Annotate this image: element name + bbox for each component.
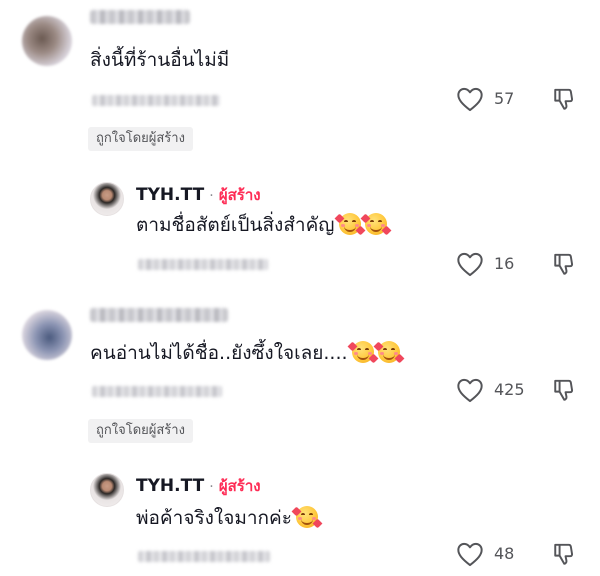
- like-count: 57: [494, 89, 515, 108]
- liked-by-creator-badge: ถูกใจโดยผู้สร้าง: [88, 419, 193, 443]
- like-count: 425: [494, 380, 525, 399]
- thumbs-down-icon: [554, 88, 574, 110]
- comment-meta-blurred: [92, 386, 222, 397]
- dislike-button[interactable]: [552, 377, 578, 403]
- separator-dot: ·: [209, 479, 214, 495]
- thumbs-down-icon: [554, 379, 574, 401]
- reply-text: พ่อค้าจริงใจมากค่ะ: [136, 507, 292, 529]
- liked-by-creator-badge: ถูกใจโดยผู้สร้าง: [88, 127, 193, 151]
- username-blurred[interactable]: [90, 10, 190, 24]
- like-button[interactable]: [456, 251, 484, 277]
- reply-meta-blurred: [138, 259, 268, 270]
- avatar[interactable]: [22, 310, 72, 360]
- reply-text: ตามชื่อสัตย์เป็นสิ่งสำคัญ: [136, 214, 335, 236]
- comment-text: สิ่งนี้ที่ร้านอื่นไม่มี: [90, 49, 230, 71]
- smiling-face-with-hearts-icon: [295, 506, 318, 528]
- like-button[interactable]: [456, 541, 484, 567]
- thumbs-down-icon: [554, 253, 574, 275]
- comment-meta-blurred: [92, 95, 220, 106]
- comment-text: คนอ่านไม่ได้ชื่อ..ยังซึ้งใจเลย....: [90, 342, 348, 364]
- reply-username[interactable]: TYH.TT: [136, 476, 204, 496]
- separator-dot: ·: [209, 188, 214, 204]
- heart-icon: [457, 87, 483, 112]
- smiling-face-with-hearts-icon: [338, 213, 361, 235]
- heart-icon: [457, 542, 483, 567]
- thumbs-down-icon: [554, 543, 574, 565]
- creator-avatar[interactable]: [90, 182, 124, 216]
- like-button[interactable]: [456, 377, 484, 403]
- smiling-face-with-hearts-icon: [377, 341, 400, 363]
- reply-content: ตามชื่อสัตย์เป็นสิ่งสำคัญ: [136, 213, 387, 237]
- like-count: 16: [494, 254, 515, 273]
- reply-header: TYH.TT · ผู้สร้าง: [136, 183, 261, 207]
- username-blurred[interactable]: [90, 308, 228, 322]
- creator-badge: ผู้สร้าง: [218, 186, 261, 204]
- dislike-button[interactable]: [552, 541, 578, 567]
- comment-content: คนอ่านไม่ได้ชื่อ..ยังซึ้งใจเลย....: [90, 341, 400, 365]
- heart-icon: [457, 378, 483, 403]
- like-count: 48: [494, 544, 515, 563]
- creator-badge: ผู้สร้าง: [218, 477, 261, 495]
- smiling-face-with-hearts-icon: [364, 213, 387, 235]
- reply-header: TYH.TT · ผู้สร้าง: [136, 474, 261, 498]
- creator-avatar[interactable]: [90, 473, 124, 507]
- reply-username[interactable]: TYH.TT: [136, 185, 204, 205]
- avatar[interactable]: [22, 16, 72, 66]
- reply-meta-blurred: [138, 551, 270, 562]
- smiling-face-with-hearts-icon: [351, 341, 374, 363]
- heart-icon: [457, 252, 483, 277]
- dislike-button[interactable]: [552, 86, 578, 112]
- dislike-button[interactable]: [552, 251, 578, 277]
- reply-content: พ่อค้าจริงใจมากค่ะ: [136, 506, 318, 530]
- like-button[interactable]: [456, 86, 484, 112]
